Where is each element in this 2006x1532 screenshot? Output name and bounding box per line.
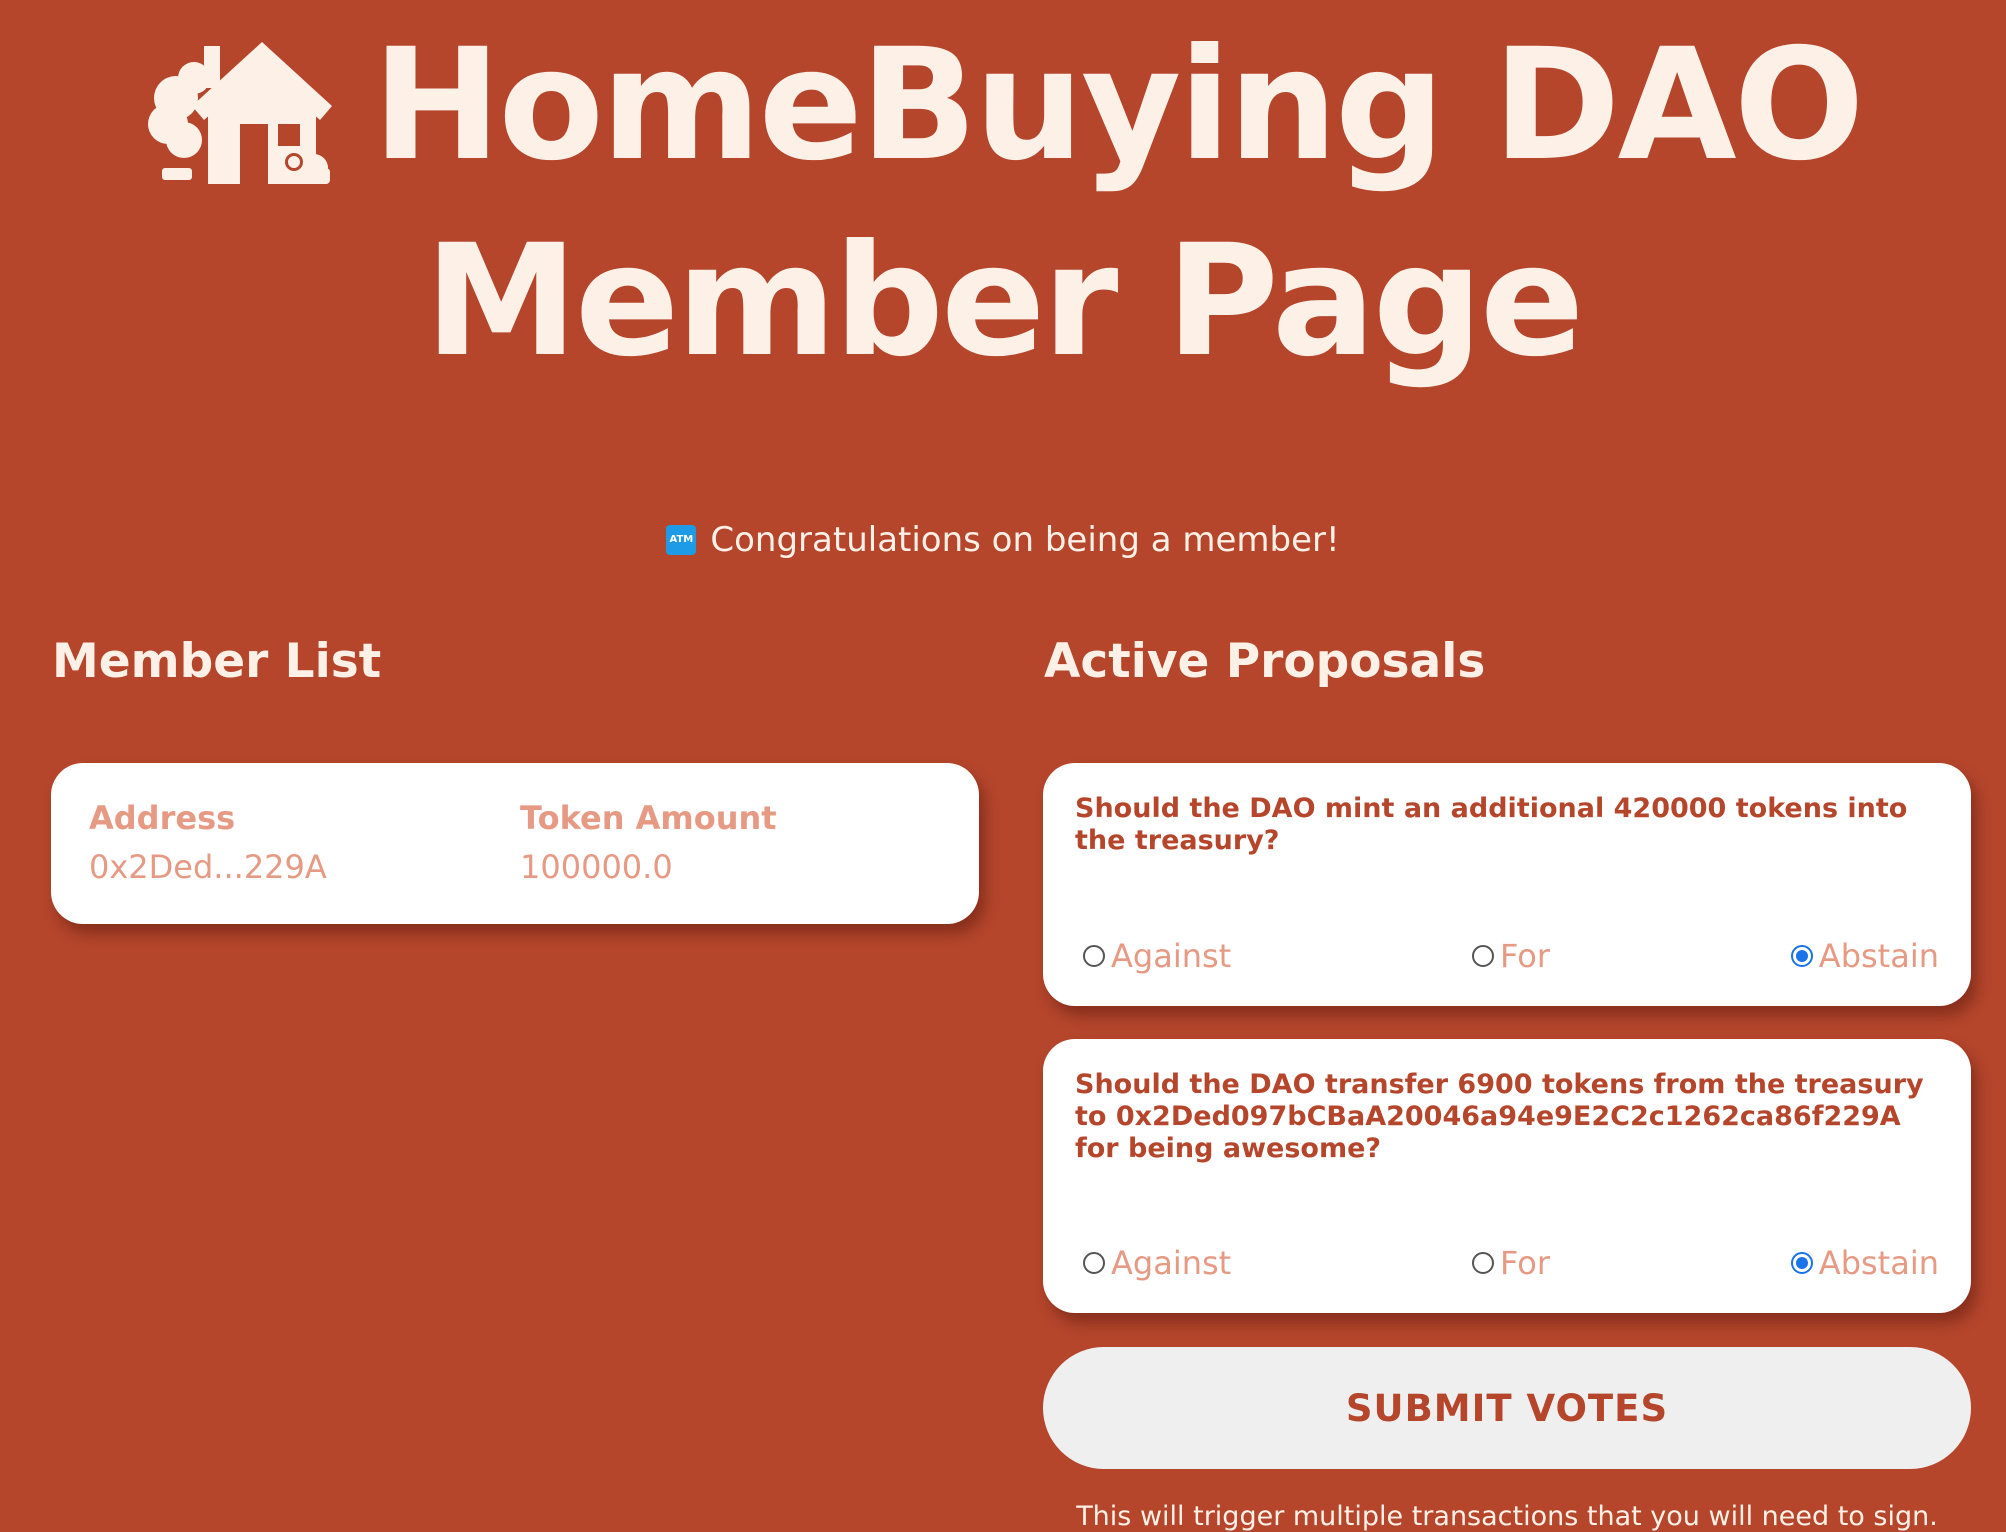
congrats-message: ATM Congratulations on being a member!: [0, 518, 2006, 562]
member-table: Address Token Amount 0x2Ded...229A 10000…: [89, 799, 941, 887]
radio-against[interactable]: [1083, 1252, 1105, 1274]
vote-label-abstain: Abstain: [1818, 937, 1939, 975]
radio-abstain[interactable]: [1790, 945, 1813, 967]
member-list-card: Address Token Amount 0x2Ded...229A 10000…: [51, 763, 979, 924]
member-address: 0x2Ded...229A: [89, 848, 327, 886]
vote-option-for[interactable]: For: [1472, 1243, 1550, 1283]
proposal-text: Should the DAO transfer 6900 tokens from…: [1075, 1069, 1924, 1164]
submit-footnote: This will trigger multiple transactions …: [1076, 1501, 1938, 1532]
radio-for[interactable]: [1472, 945, 1494, 967]
house-with-tree-icon: [144, 28, 333, 184]
member-list-title: Member List: [52, 634, 382, 689]
active-proposals-title: Active Proposals: [1044, 634, 1486, 689]
proposal-card: Should the DAO transfer 6900 tokens from…: [1043, 1039, 1971, 1313]
vote-option-abstain[interactable]: Abstain: [1790, 936, 1939, 976]
vote-label-for: For: [1500, 937, 1550, 975]
submit-votes-button[interactable]: SUBMIT VOTES: [1043, 1347, 1971, 1469]
proposal-card: Should the DAO mint an additional 420000…: [1043, 763, 1971, 1006]
column-header-address: Address: [89, 799, 236, 837]
congrats-text: Congratulations on being a member!: [710, 520, 1340, 560]
title-text-line-1: HomeBuying DAO: [372, 16, 1864, 195]
vote-label-abstain: Abstain: [1818, 1244, 1939, 1282]
vote-option-against[interactable]: Against: [1083, 936, 1231, 976]
vote-options: Against For Abstain: [1083, 936, 1939, 976]
page-title: HomeBuying DAO Member Page: [0, 8, 2006, 400]
vote-options: Against For Abstain: [1083, 1243, 1939, 1283]
column-header-token-amount: Token Amount: [520, 799, 777, 837]
vote-label-against: Against: [1111, 937, 1232, 975]
vote-option-against[interactable]: Against: [1083, 1243, 1231, 1283]
radio-for[interactable]: [1472, 1252, 1494, 1274]
title-text-line-2: Member Page: [424, 212, 1585, 391]
proposal-text: Should the DAO mint an additional 420000…: [1075, 793, 1908, 856]
atm-icon: ATM: [666, 525, 697, 555]
title-line-1: HomeBuying DAO: [0, 8, 2006, 204]
radio-abstain[interactable]: [1790, 1252, 1813, 1274]
vote-option-for[interactable]: For: [1472, 936, 1550, 976]
member-token-amount: 100000.0: [520, 848, 673, 886]
radio-against[interactable]: [1083, 945, 1105, 967]
vote-option-abstain[interactable]: Abstain: [1790, 1243, 1939, 1283]
vote-label-for: For: [1500, 1244, 1550, 1282]
member-page: HomeBuying DAO Member Page ATM Congratul…: [0, 0, 2006, 1532]
vote-label-against: Against: [1111, 1244, 1232, 1282]
